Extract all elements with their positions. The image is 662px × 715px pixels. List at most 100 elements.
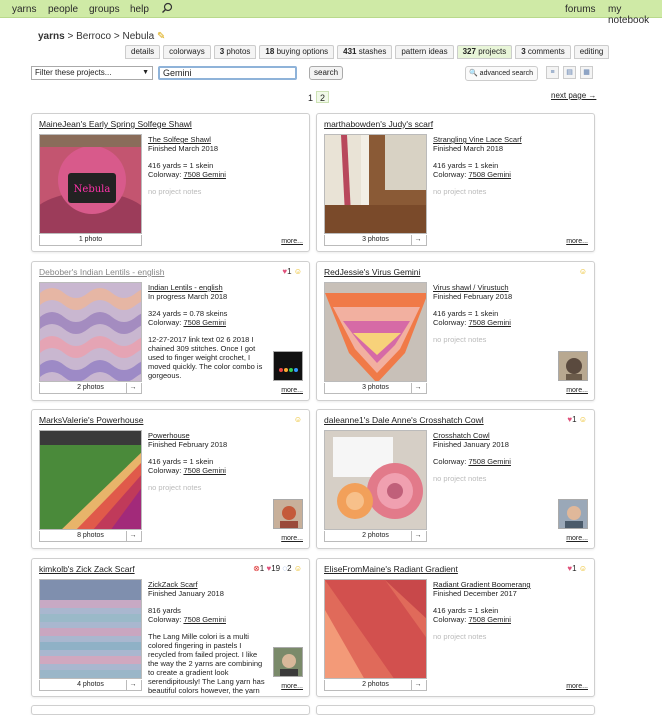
- photo-count[interactable]: 4 photos →: [39, 680, 142, 691]
- more-link[interactable]: more...: [281, 238, 303, 245]
- view-table-icon[interactable]: ▦: [580, 66, 593, 79]
- project-status: In progress March 2018: [148, 292, 228, 301]
- smiley-icon: ☺: [578, 564, 587, 573]
- more-link[interactable]: more...: [281, 535, 303, 542]
- project-title[interactable]: MarksValerie's Powerhouse: [39, 415, 143, 425]
- nav-people[interactable]: people: [48, 4, 78, 15]
- photo-count[interactable]: 2 photos →: [39, 383, 142, 394]
- colorway-link[interactable]: 7508 Gemini: [468, 457, 511, 466]
- project-photo[interactable]: [39, 282, 142, 382]
- project-title[interactable]: MaineJean's Early Spring Solfege Shawl: [39, 119, 192, 129]
- yardage: 416 yards = 1 skein: [433, 606, 499, 615]
- tab-buying-options[interactable]: 18 buying options: [259, 45, 335, 59]
- photo-count[interactable]: 3 photos →: [324, 235, 427, 246]
- pattern-link[interactable]: Indian Lentils - english: [148, 283, 268, 292]
- colorway-link[interactable]: 7508 Gemini: [183, 615, 226, 624]
- view-grid-icon[interactable]: ▤: [563, 66, 576, 79]
- user-avatar[interactable]: [273, 351, 303, 381]
- arrow-right-icon[interactable]: →: [126, 680, 139, 690]
- arrow-right-icon[interactable]: →: [411, 531, 424, 541]
- advanced-search-button[interactable]: 🔍 advanced search: [465, 66, 538, 81]
- pattern-link[interactable]: Radiant Gradient Boomerang: [433, 580, 553, 589]
- project-title[interactable]: daleanne1's Dale Anne's Crosshatch Cowl: [324, 415, 484, 425]
- arrow-right-icon[interactable]: →: [411, 680, 424, 690]
- breadcrumb-yarn[interactable]: Nebula: [123, 31, 155, 42]
- project-photo[interactable]: [324, 579, 427, 679]
- pattern-link[interactable]: Strangling Vine Lace Scarf: [433, 135, 553, 144]
- project-notes: no project notes: [433, 335, 487, 344]
- project-photo[interactable]: [39, 430, 142, 530]
- breadcrumb-yarns[interactable]: yarns: [38, 31, 65, 42]
- photo-count[interactable]: 8 photos →: [39, 531, 142, 542]
- user-avatar[interactable]: [558, 351, 588, 381]
- filter-select[interactable]: Filter these projects... ▼: [31, 66, 153, 80]
- project-title[interactable]: RedJessie's Virus Gemini: [324, 267, 420, 277]
- user-avatar[interactable]: [273, 499, 303, 529]
- project-photo[interactable]: [39, 579, 142, 679]
- more-link[interactable]: more...: [566, 683, 588, 690]
- tab-comments[interactable]: 3 comments: [515, 45, 571, 59]
- colorway-link[interactable]: 7508 Gemini: [183, 466, 226, 475]
- pattern-link[interactable]: Crosshatch Cowl: [433, 431, 553, 440]
- photo-count[interactable]: 2 photos →: [324, 531, 427, 542]
- project-photo[interactable]: [324, 430, 427, 530]
- nav-help[interactable]: help: [130, 4, 149, 15]
- arrow-right-icon[interactable]: →: [126, 531, 139, 541]
- pattern-link[interactable]: ZickZack Scarf: [148, 580, 268, 589]
- more-link[interactable]: more...: [281, 387, 303, 394]
- view-list-icon[interactable]: ≡: [546, 66, 559, 79]
- breadcrumb: yarns > Berroco > Nebula ✎: [38, 31, 165, 42]
- user-avatar[interactable]: [558, 499, 588, 529]
- tab-pattern-ideas[interactable]: pattern ideas: [395, 45, 454, 59]
- pattern-link[interactable]: Powerhouse: [148, 431, 268, 440]
- photo-count[interactable]: 1 photo: [39, 235, 142, 246]
- project-photo[interactable]: Nebula: [39, 134, 142, 234]
- arrow-right-icon[interactable]: →: [411, 235, 424, 245]
- nav-groups[interactable]: groups: [89, 4, 120, 15]
- more-link[interactable]: more...: [566, 387, 588, 394]
- pattern-link[interactable]: The Solfege Shawl: [148, 135, 268, 144]
- project-title[interactable]: kimkolb's Zick Zack Scarf: [39, 564, 135, 574]
- tab-colorways[interactable]: colorways: [163, 45, 211, 59]
- project-photo[interactable]: [324, 282, 427, 382]
- nav-my-notebook[interactable]: my notebook: [608, 4, 662, 26]
- magnifier-icon: 🔍: [469, 70, 478, 77]
- colorway-link[interactable]: 7508 Gemini: [468, 170, 511, 179]
- more-link[interactable]: more...: [566, 535, 588, 542]
- arrow-right-icon[interactable]: →: [126, 383, 139, 393]
- project-status: Finished February 2018: [148, 440, 228, 449]
- colorway-link[interactable]: 7508 Gemini: [183, 170, 226, 179]
- breadcrumb-maker[interactable]: Berroco: [76, 31, 111, 42]
- photo-count[interactable]: 2 photos →: [324, 680, 427, 691]
- search-button[interactable]: search: [309, 66, 344, 80]
- search-input[interactable]: Gemini: [158, 66, 297, 80]
- tab-photos[interactable]: 3 photos: [213, 45, 257, 59]
- nav-yarns[interactable]: yarns: [12, 4, 36, 15]
- pattern-link[interactable]: Virus shawl / Virustuch: [433, 283, 553, 292]
- project-title[interactable]: Debober's Indian Lentils - english: [39, 267, 164, 277]
- arrow-right-icon[interactable]: →: [411, 383, 424, 393]
- tab-details[interactable]: details: [125, 45, 161, 59]
- more-link[interactable]: more...: [566, 238, 588, 245]
- page-2[interactable]: 2: [316, 91, 330, 103]
- chevron-down-icon: ▼: [142, 69, 149, 76]
- more-link[interactable]: more...: [281, 683, 303, 690]
- colorway-link[interactable]: 7508 Gemini: [183, 318, 226, 327]
- colorway-link[interactable]: 7508 Gemini: [468, 615, 511, 624]
- project-title[interactable]: marthabowden's Judy's scarf: [324, 119, 433, 129]
- x-icon: ⊗: [253, 564, 260, 573]
- project-card: kimkolb's Zick Zack Scarf ⊗1 ♥19 ◌2 ☺ 4 …: [31, 558, 310, 697]
- search-icon[interactable]: [161, 2, 173, 17]
- user-avatar[interactable]: [273, 647, 303, 677]
- colorway-link[interactable]: 7508 Gemini: [468, 318, 511, 327]
- smiley-icon: ☺: [293, 415, 302, 424]
- pencil-icon[interactable]: ✎: [157, 31, 165, 42]
- project-title[interactable]: EliseFromMaine's Radiant Gradient: [324, 564, 458, 574]
- nav-forums[interactable]: forums: [565, 4, 596, 15]
- tab-editing[interactable]: editing: [573, 45, 610, 59]
- photo-count[interactable]: 3 photos →: [324, 383, 427, 394]
- project-photo[interactable]: [324, 134, 427, 234]
- next-page-link[interactable]: next page →: [551, 91, 596, 100]
- tab-stashes[interactable]: 431 stashes: [337, 45, 393, 59]
- tab-projects[interactable]: 327 projects: [456, 45, 513, 59]
